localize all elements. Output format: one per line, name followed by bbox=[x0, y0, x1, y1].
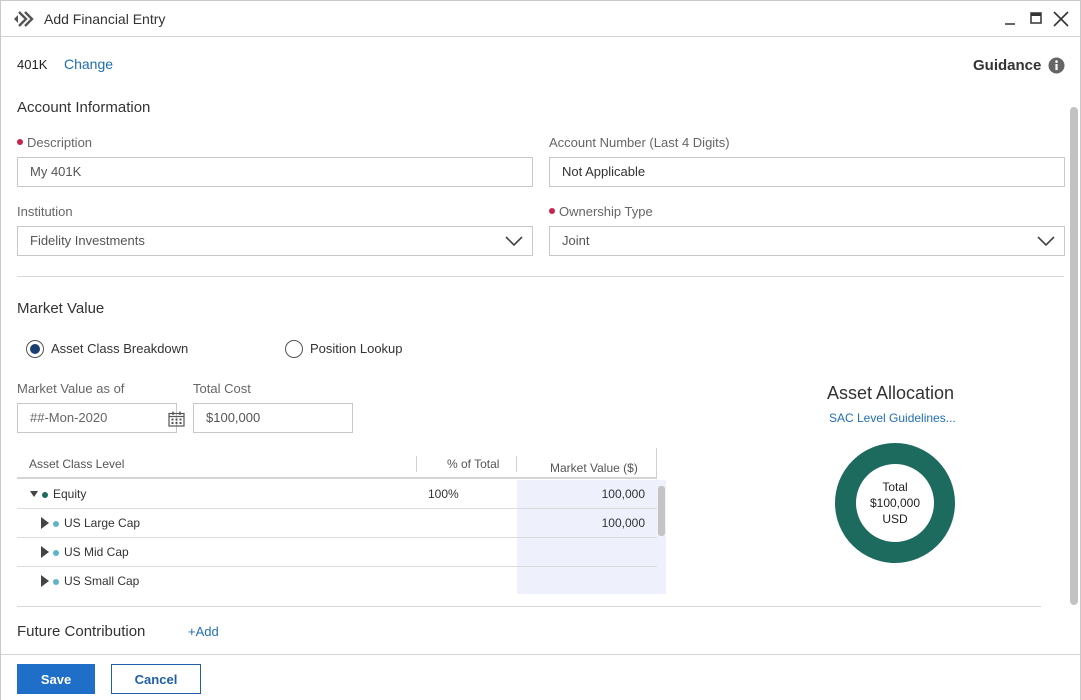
table-row[interactable]: Equity 100% 100,000 bbox=[17, 480, 657, 509]
donut-currency: USD bbox=[882, 512, 908, 526]
institution-select[interactable]: Fidelity Investments bbox=[17, 226, 533, 256]
position-lookup-radio[interactable] bbox=[285, 340, 303, 358]
dialog-footer: Save Cancel bbox=[1, 654, 1080, 700]
minimize-icon[interactable] bbox=[1001, 9, 1021, 29]
column-header-market-value[interactable]: Market Value ($) bbox=[550, 461, 638, 475]
asset-class-name: Equity bbox=[53, 487, 87, 501]
expand-caret-icon[interactable] bbox=[41, 575, 49, 587]
section-divider bbox=[17, 606, 1041, 607]
institution-label: Institution bbox=[17, 204, 73, 219]
table-row[interactable]: US Mid Cap bbox=[17, 538, 657, 567]
series-dot bbox=[42, 492, 48, 498]
table-row[interactable]: US Large Cap 100,000 bbox=[17, 509, 657, 538]
expand-caret-icon[interactable] bbox=[41, 517, 49, 529]
column-separator[interactable] bbox=[516, 456, 517, 472]
collapse-caret-icon[interactable] bbox=[30, 491, 38, 497]
maximize-icon[interactable] bbox=[1026, 9, 1046, 29]
asset-class-name: US Small Cap bbox=[64, 574, 140, 588]
asset-class-name: US Mid Cap bbox=[64, 545, 129, 559]
ownership-type-value: Joint bbox=[562, 233, 590, 248]
market-value-cell[interactable]: 100,000 bbox=[529, 516, 645, 530]
close-icon[interactable] bbox=[1051, 9, 1071, 29]
institution-value: Fidelity Investments bbox=[30, 233, 145, 248]
future-contribution-heading: Future Contribution bbox=[17, 623, 146, 640]
account-information-heading: Account Information bbox=[17, 99, 151, 116]
ownership-type-label: Ownership Type bbox=[549, 204, 653, 219]
chevron-down-icon bbox=[1037, 236, 1055, 247]
asset-class-table: Asset Class Level % of Total Market Valu… bbox=[17, 448, 667, 595]
account-number-field[interactable]: Not Applicable bbox=[549, 157, 1065, 187]
required-indicator bbox=[17, 139, 23, 145]
asset-class-breakdown-radio[interactable] bbox=[26, 340, 44, 358]
donut-center-text: Total $100,000 USD bbox=[835, 479, 955, 527]
expand-caret-icon[interactable] bbox=[41, 546, 49, 558]
save-button[interactable]: Save bbox=[17, 664, 95, 694]
calendar-icon[interactable] bbox=[168, 411, 185, 427]
date-placeholder: ##-Mon-2020 bbox=[30, 410, 108, 425]
description-label: Description bbox=[17, 135, 92, 150]
series-dot bbox=[53, 579, 59, 585]
column-separator[interactable] bbox=[416, 456, 417, 472]
table-row[interactable]: US Small Cap bbox=[17, 567, 657, 596]
market-value-date-field[interactable]: ##-Mon-2020 bbox=[17, 403, 185, 433]
donut-total-amount: $100,000 bbox=[869, 496, 921, 510]
ownership-type-select[interactable]: Joint bbox=[549, 226, 1065, 256]
series-dot bbox=[53, 550, 59, 556]
title-bar: Add Financial Entry bbox=[1, 1, 1080, 37]
window-title: Add Financial Entry bbox=[44, 11, 166, 27]
change-link[interactable]: Change bbox=[64, 56, 113, 72]
description-field[interactable]: My 401K bbox=[17, 157, 533, 187]
sac-level-guidelines-link[interactable]: SAC Level Guidelines... bbox=[829, 411, 956, 425]
column-header-asset-class[interactable]: Asset Class Level bbox=[29, 457, 124, 471]
column-separator[interactable] bbox=[656, 448, 657, 479]
app-logo-icon bbox=[14, 11, 34, 27]
table-header: Asset Class Level % of Total Market Valu… bbox=[17, 448, 657, 479]
market-value-as-of-label: Market Value as of bbox=[17, 381, 125, 396]
donut-total-label: Total bbox=[882, 480, 908, 494]
cancel-button[interactable]: Cancel bbox=[111, 664, 201, 694]
guidance-label[interactable]: Guidance bbox=[973, 57, 1041, 74]
asset-allocation-heading: Asset Allocation bbox=[827, 383, 955, 403]
total-cost-label: Total Cost bbox=[193, 381, 251, 396]
info-icon[interactable] bbox=[1048, 57, 1065, 74]
series-dot bbox=[53, 521, 59, 527]
asset-class-name: US Large Cap bbox=[64, 516, 141, 530]
required-indicator bbox=[549, 208, 555, 214]
asset-class-breakdown-label[interactable]: Asset Class Breakdown bbox=[51, 341, 188, 356]
table-scrollbar-thumb[interactable] bbox=[658, 486, 665, 536]
account-type-label: 401K bbox=[17, 57, 48, 72]
chevron-down-icon bbox=[505, 236, 523, 247]
total-cost-field[interactable]: $100,000 bbox=[193, 403, 353, 433]
financial-entry-dialog: Add Financial Entry 401K Change Guidance… bbox=[0, 0, 1081, 700]
percent-of-total: 100% bbox=[428, 487, 459, 501]
market-value-heading: Market Value bbox=[17, 300, 105, 317]
position-lookup-label[interactable]: Position Lookup bbox=[310, 341, 403, 356]
add-contribution-link[interactable]: +Add bbox=[188, 624, 219, 639]
account-number-label: Account Number (Last 4 Digits) bbox=[549, 135, 730, 150]
dialog-scrollbar-thumb[interactable] bbox=[1070, 107, 1078, 605]
column-header-percent[interactable]: % of Total bbox=[447, 457, 499, 471]
market-value-cell[interactable]: 100,000 bbox=[529, 487, 645, 501]
section-divider bbox=[17, 276, 1064, 277]
dialog-content: 401K Change Guidance Account Information… bbox=[1, 37, 1080, 654]
